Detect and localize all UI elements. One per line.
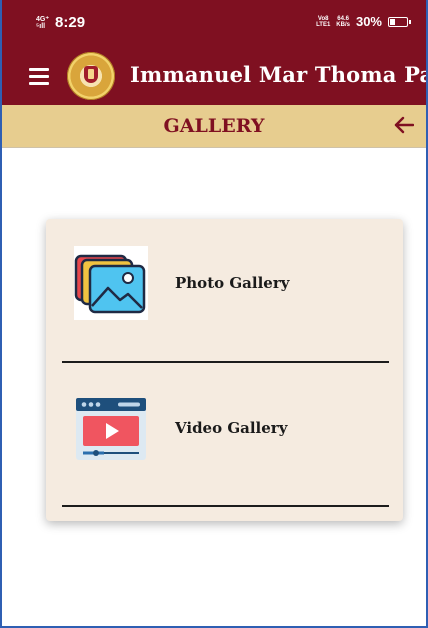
- back-arrow-icon[interactable]: [394, 116, 415, 134]
- video-gallery-label: Video Gallery: [175, 419, 288, 437]
- page-header: GALLERY: [2, 105, 426, 148]
- status-left: 4G⁺ ⁵ıll 8:29: [36, 14, 85, 31]
- status-bar: 4G⁺ ⁵ıll 8:29 Vo8 LTE1 64.6 KB/s 30%: [2, 0, 426, 46]
- hamburger-menu-icon[interactable]: [29, 68, 49, 85]
- app-title: Immanuel Mar Thoma Parish: [130, 62, 426, 87]
- signal-strength: ⁵ıll: [36, 22, 46, 30]
- speed-value: 64.6: [337, 15, 349, 22]
- volte-indicator: Vo8 LTE1: [316, 16, 330, 28]
- speed-unit: KB/s: [336, 21, 350, 28]
- photo-stack-icon: [74, 246, 148, 320]
- divider: [62, 361, 389, 363]
- network-type: 4G⁺: [36, 15, 50, 23]
- video-player-icon: [74, 392, 148, 466]
- logo-shield-icon: [84, 66, 98, 83]
- photo-gallery-label: Photo Gallery: [175, 274, 290, 292]
- photo-gallery-item[interactable]: Photo Gallery: [46, 219, 403, 359]
- status-right: Vo8 LTE1 64.6 KB/s 30%: [316, 14, 411, 29]
- lte-label: LTE1: [316, 21, 331, 28]
- volte-label: Vo8: [317, 15, 329, 22]
- status-time: 8:29: [55, 14, 86, 31]
- parish-logo: [67, 52, 115, 100]
- battery-fill: [390, 18, 395, 25]
- phone-screen: 4G⁺ ⁵ıll 8:29 Vo8 LTE1 64.6 KB/s 30% Imm…: [0, 0, 428, 628]
- battery-icon: [388, 16, 411, 27]
- data-speed: 64.6 KB/s: [336, 16, 350, 28]
- divider: [62, 505, 389, 507]
- gallery-card: Photo Gallery Video Gallery: [46, 219, 403, 521]
- video-gallery-item[interactable]: Video Gallery: [46, 364, 403, 504]
- page-title: GALLERY: [163, 115, 265, 137]
- app-bar: Immanuel Mar Thoma Parish: [2, 46, 426, 105]
- network-indicator: 4G⁺ ⁵ıll: [36, 16, 49, 30]
- battery-percent: 30%: [355, 14, 382, 29]
